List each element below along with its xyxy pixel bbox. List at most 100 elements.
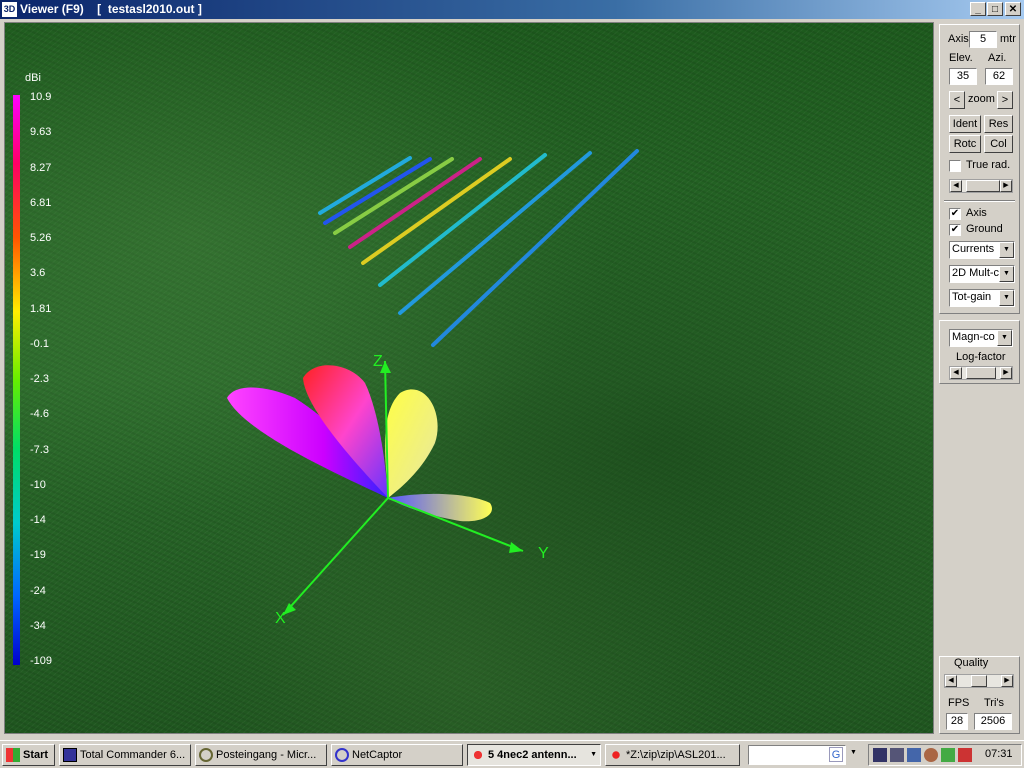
slider-thumb[interactable] (966, 180, 1000, 192)
scroll-right-icon[interactable]: ▶ (1000, 367, 1012, 379)
printer-icon[interactable] (907, 748, 921, 762)
elev-label: Elev. (949, 52, 973, 64)
scroll-right-icon[interactable]: ▶ (1001, 675, 1013, 687)
close-button[interactable]: ✕ (1005, 2, 1021, 16)
magnitude-panel: Magn-co ▼ Log-factor ◀ ▶ (939, 320, 1020, 384)
quality-slider[interactable]: ◀ ▶ (944, 674, 1014, 688)
group-arrow-icon: ▼ (590, 751, 597, 758)
3d-viewport[interactable]: Z Y X dBi 10.9 9.63 8.27 6.81 5.26 3.6 1.81 -0.… (4, 22, 934, 734)
star-icon (609, 748, 623, 762)
scale-tick-label: 3.6 (30, 267, 46, 280)
ident-button[interactable]: Ident (949, 115, 981, 133)
axis-input[interactable]: 5 (969, 31, 997, 48)
zoom-label: zoom (968, 93, 995, 105)
minimize-button[interactable]: _ (970, 2, 986, 16)
taskbar-item-posteingang[interactable]: Posteingang - Micr... (195, 744, 327, 766)
zoom-in-button[interactable]: > (997, 91, 1013, 109)
taskbar-item-total-commander[interactable]: Total Commander 6... (59, 744, 191, 766)
scale-tick-label: -109 (30, 655, 53, 667)
scale-tick-label: -7.3 (30, 443, 49, 456)
google-search-icon[interactable]: G (829, 747, 843, 762)
scale-tick-label: -34 (30, 619, 46, 632)
app-tray-icon[interactable] (941, 748, 955, 762)
quality-panel: Quality ◀ ▶ FPS Tri's 28 2506 (939, 656, 1020, 734)
fps-value: 28 (946, 713, 968, 730)
security-icon[interactable] (924, 748, 938, 762)
ground-check-label: Ground (966, 223, 1003, 235)
chevron-down-icon[interactable]: ▼ (999, 290, 1014, 306)
scroll-left-icon[interactable]: ◀ (950, 367, 962, 379)
rotc-button[interactable]: Rotc (949, 135, 981, 153)
slider-thumb[interactable] (966, 367, 996, 379)
clock-icon (199, 748, 213, 762)
radiation-pattern (227, 365, 492, 522)
windows-logo-icon (6, 748, 20, 762)
axis-checkbox[interactable]: ✔ (949, 208, 961, 220)
z-axis-label: Z (373, 353, 383, 370)
slider-thumb[interactable] (971, 675, 987, 687)
color-scale-bar (13, 95, 20, 665)
true-rad-label: True rad. (966, 159, 1011, 171)
scroll-left-icon[interactable]: ◀ (945, 675, 957, 687)
ground-checkbox[interactable]: ✔ (949, 224, 961, 236)
start-button[interactable]: Start (2, 744, 55, 766)
taskbar-item-4nec2[interactable]: 5 4nec2 antenn... ▼ (467, 744, 601, 766)
gain-type-dropdown-value: Tot-gain (952, 291, 992, 303)
currents-dropdown[interactable]: Currents ▼ (949, 241, 1015, 259)
y-axis-label: Y (538, 545, 549, 562)
x-axis-label: X (275, 610, 286, 627)
scene-svg: Z Y X (13, 95, 639, 665)
network-icon[interactable] (873, 748, 887, 762)
scale-tick-label: 8.27 (30, 161, 52, 174)
scale-tick-label: 5.26 (30, 232, 52, 244)
divider (944, 200, 1015, 202)
col-button[interactable]: Col (984, 135, 1013, 153)
start-label: Start (23, 749, 49, 761)
true-rad-checkbox[interactable] (949, 160, 961, 172)
taskbar-item-zip-folder[interactable]: *Z:\zip\zip\ASL201... (605, 744, 740, 766)
tris-label: Tri's (984, 697, 1005, 709)
axis-check-label: Axis (966, 207, 987, 219)
netcaptor-icon (335, 748, 349, 762)
chevron-down-icon[interactable]: ▼ (999, 242, 1014, 258)
maximize-button[interactable]: □ (987, 2, 1003, 16)
elev-input[interactable]: 35 (949, 68, 977, 85)
antenna-elements (318, 149, 639, 347)
chevron-down-icon[interactable]: ▼ (999, 266, 1014, 282)
currents-dropdown-value: Currents (952, 243, 995, 255)
app-icon: 3D (2, 2, 17, 17)
azi-input[interactable]: 62 (985, 68, 1013, 85)
plot-mode-dropdown-value: 2D Mult-c (952, 267, 1000, 279)
scale-tick-label: 9.63 (30, 126, 52, 139)
magnitude-dropdown[interactable]: Magn-co ▼ (949, 329, 1013, 347)
scale-unit: dBi (25, 72, 41, 84)
clock[interactable]: 07:31 (985, 748, 1013, 760)
log-factor-label: Log-factor (956, 351, 1006, 363)
taskbar-item-label: Total Commander 6... (80, 749, 186, 761)
view-controls-panel: Axis 5 mtr Elev. Azi. 35 62 < zoom > Ide… (939, 24, 1020, 314)
magnitude-dropdown-value: Magn-co (952, 331, 995, 343)
gain-type-dropdown[interactable]: Tot-gain ▼ (949, 289, 1015, 307)
scale-tick-label: -14 (30, 514, 46, 526)
scroll-right-icon[interactable]: ▶ (1000, 180, 1012, 192)
shield-icon[interactable] (958, 748, 972, 762)
taskbar-item-netcaptor[interactable]: NetCaptor (331, 744, 463, 766)
scale-tick-label: 10.9 (30, 91, 52, 103)
scroll-left-icon[interactable]: ◀ (950, 180, 962, 192)
chevron-down-icon[interactable]: ▼ (997, 330, 1012, 346)
scale-tick-label: -10 (30, 478, 46, 491)
scale-tick-label: -24 (30, 584, 46, 597)
true-rad-slider[interactable]: ◀ ▶ (949, 179, 1013, 193)
monitor-icon[interactable] (890, 748, 904, 762)
res-button[interactable]: Res (984, 115, 1013, 133)
search-dropdown-icon[interactable]: ▼ (850, 749, 857, 756)
taskbar-item-label: Posteingang - Micr... (216, 749, 317, 761)
scale-tick-label: -19 (30, 549, 46, 562)
google-search-input[interactable]: G (748, 745, 846, 765)
scale-tick-label: -2.3 (30, 373, 49, 385)
zoom-out-button[interactable]: < (949, 91, 965, 109)
axis-label: Axis (948, 33, 969, 45)
log-factor-slider[interactable]: ◀ ▶ (949, 366, 1013, 380)
plot-mode-dropdown[interactable]: 2D Mult-c ▼ (949, 265, 1015, 283)
taskbar-item-label: NetCaptor (352, 749, 403, 761)
